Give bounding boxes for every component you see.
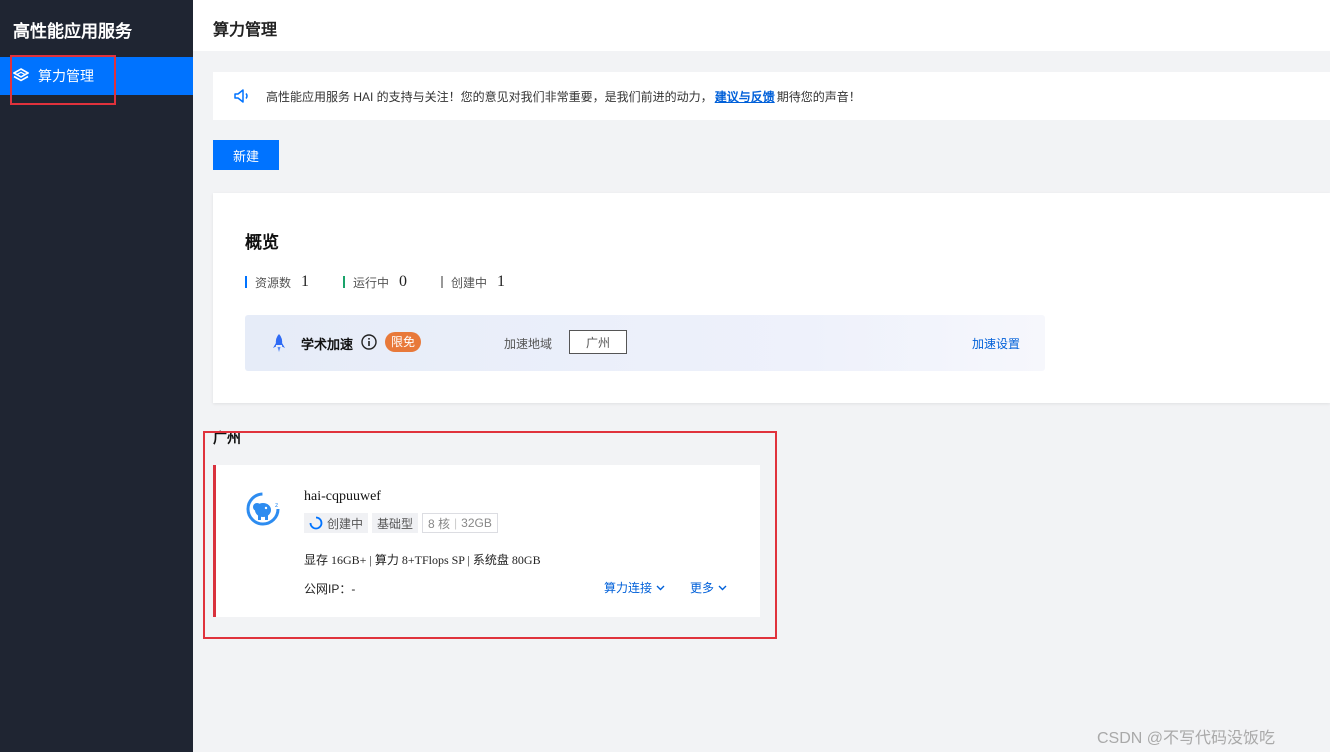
- academic-acceleration-panel: 学术加速 限免 加速地域 广州 加速设置: [245, 315, 1045, 371]
- watermark: CSDN @不写代码没饭吃: [1097, 730, 1276, 747]
- notice-text-end: 期待您的声音！: [776, 89, 861, 104]
- page-header: 算力管理: [193, 0, 1330, 51]
- overview-title: 概览: [245, 233, 279, 252]
- acceleration-region-label: 加速地域: [504, 337, 553, 351]
- feedback-link[interactable]: 建议与反馈: [715, 88, 775, 105]
- overview-card: 概览 资源数 1 运行中 0 创建中 1 学术加速 限免 加速地域 广州 加速设…: [213, 193, 1330, 403]
- free-badge: 限免: [385, 332, 422, 352]
- feedback-notice: 高性能应用服务 HAI 的支持与关注！您的意见对我们非常重要，是我们前进的动力，…: [213, 72, 1330, 120]
- new-button[interactable]: 新建: [213, 140, 279, 170]
- stat-resources: 资源数 1: [245, 273, 309, 291]
- annotation-highlight-box: [10, 55, 116, 105]
- speaker-icon: [234, 89, 248, 103]
- stat-label: 创建中: [451, 275, 488, 290]
- stat-value: 1: [301, 273, 310, 290]
- stat-bar: [441, 276, 444, 288]
- rocket-icon: [273, 334, 285, 352]
- notice-text: 高性能应用服务 HAI 的支持与关注！您的意见对我们非常重要，是我们前进的动力，: [266, 89, 713, 104]
- acceleration-settings-link[interactable]: 加速设置: [972, 335, 1020, 352]
- info-icon[interactable]: [361, 334, 377, 350]
- stat-label: 资源数: [255, 275, 292, 290]
- app-title: 高性能应用服务: [13, 22, 132, 41]
- stat-label: 运行中: [353, 275, 390, 290]
- stat-creating: 创建中 1: [441, 273, 505, 291]
- overview-stats: 资源数 1 运行中 0 创建中 1: [245, 273, 539, 291]
- page-title: 算力管理: [213, 22, 278, 39]
- sidebar: 高性能应用服务 算力管理: [0, 0, 193, 752]
- stat-value: 1: [497, 273, 506, 290]
- stat-bar: [343, 276, 346, 288]
- acceleration-region-select[interactable]: 广州: [569, 330, 627, 354]
- academic-acceleration-label: 学术加速: [301, 337, 354, 352]
- stat-bar: [245, 276, 247, 288]
- annotation-highlight-box: [203, 431, 777, 639]
- stat-value: 0: [399, 273, 408, 290]
- stat-running: 运行中 0: [343, 273, 407, 291]
